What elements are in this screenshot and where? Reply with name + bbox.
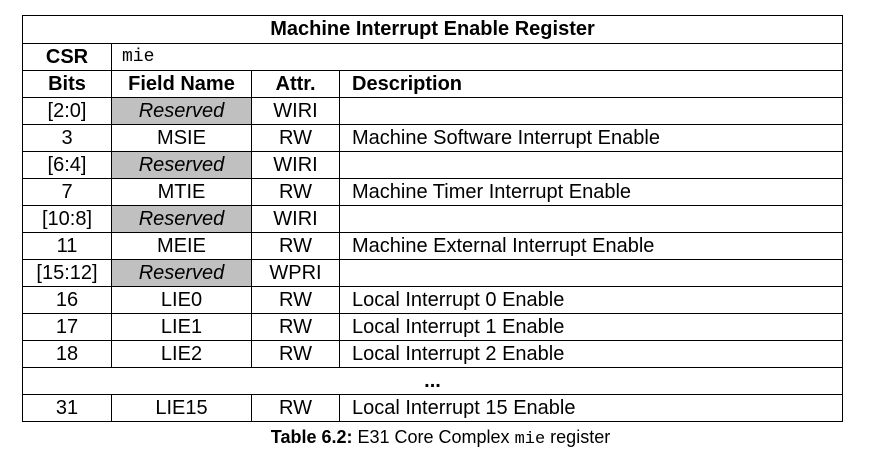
table-row: [10:8] Reserved WIRI xyxy=(22,205,844,233)
description-cell: Local Interrupt 2 Enable xyxy=(338,340,844,368)
bits-cell: 11 xyxy=(22,232,112,260)
bits-cell: 7 xyxy=(22,178,112,206)
table-row: 31 LIE15 RW Local Interrupt 15 Enable xyxy=(22,394,844,422)
bits-cell: [2:0] xyxy=(22,97,112,125)
ellipsis-row: ... xyxy=(21,367,844,395)
description-cell: Local Interrupt 0 Enable xyxy=(338,286,844,314)
table-row: [2:0] Reserved WIRI xyxy=(22,97,844,125)
csr-row: CSR mie xyxy=(22,43,844,71)
attr-cell: WIRI xyxy=(251,151,340,179)
table-row: [15:12] Reserved WPRI xyxy=(22,259,844,287)
bits-cell: [15:12] xyxy=(22,259,112,287)
caption-code: mie xyxy=(514,430,546,449)
field-name-cell: LIE1 xyxy=(111,313,252,341)
field-name-cell: MSIE xyxy=(111,124,252,152)
header-bits: Bits xyxy=(22,70,112,98)
attr-cell: RW xyxy=(251,286,340,314)
attr-cell: RW xyxy=(251,124,340,152)
csr-label: CSR xyxy=(22,43,112,71)
field-name-cell: Reserved xyxy=(111,151,252,179)
attr-cell: WIRI xyxy=(251,205,340,233)
header-field-name: Field Name xyxy=(111,70,252,98)
bits-cell: [6:4] xyxy=(22,151,112,179)
field-name-cell: LIE0 xyxy=(111,286,252,314)
field-name-cell: Reserved xyxy=(111,97,252,125)
csr-value: mie xyxy=(110,43,844,71)
table-row: 3 MSIE RW Machine Software Interrupt Enable xyxy=(22,124,844,152)
header-attr: Attr. xyxy=(251,70,340,98)
field-name-cell: MTIE xyxy=(111,178,252,206)
description-cell xyxy=(338,97,844,125)
field-name-cell: LIE2 xyxy=(111,340,252,368)
field-name-cell: LIE15 xyxy=(111,394,252,422)
table-row: [6:4] Reserved WIRI xyxy=(22,151,844,179)
table-row: 7 MTIE RW Machine Timer Interrupt Enable xyxy=(22,178,844,206)
description-cell xyxy=(338,259,844,287)
attr-cell: RW xyxy=(251,178,340,206)
field-name-cell: Reserved xyxy=(111,205,252,233)
attr-cell: WIRI xyxy=(251,97,340,125)
description-cell: Machine External Interrupt Enable xyxy=(338,232,844,260)
table-row: 11 MEIE RW Machine External Interrupt Enabl… xyxy=(22,232,844,260)
title-row: Machine Interrupt Enable Register xyxy=(21,15,844,44)
bits-cell: [10:8] xyxy=(22,205,112,233)
table-row: 17 LIE1 RW Local Interrupt 1 Enable xyxy=(22,313,844,341)
table-row: 18 LIE2 RW Local Interrupt 2 Enable xyxy=(22,340,844,368)
attr-cell: RW xyxy=(251,340,340,368)
attr-cell: WPRI xyxy=(251,259,340,287)
field-name-cell: MEIE xyxy=(111,232,252,260)
description-cell: Local Interrupt 15 Enable xyxy=(338,394,844,422)
description-cell xyxy=(338,205,844,233)
description-cell: Local Interrupt 1 Enable xyxy=(338,313,844,341)
description-cell: Machine Timer Interrupt Enable xyxy=(338,178,844,206)
bits-cell: 3 xyxy=(22,124,112,152)
header-row: Bits Field Name Attr. Description xyxy=(22,70,844,98)
ellipsis: ... xyxy=(21,367,844,395)
table-title: Machine Interrupt Enable Register xyxy=(21,15,844,44)
attr-cell: RW xyxy=(251,232,340,260)
attr-cell: RW xyxy=(251,394,340,422)
attr-cell: RW xyxy=(251,313,340,341)
caption-text-after: register xyxy=(545,427,611,447)
table-row: 16 LIE0 RW Local Interrupt 0 Enable xyxy=(22,286,844,314)
bits-cell: 31 xyxy=(22,394,112,422)
table-caption: Table 6.2: E31 Core Complex mie register xyxy=(0,427,881,449)
bits-cell: 18 xyxy=(22,340,112,368)
field-name-cell: Reserved xyxy=(111,259,252,287)
description-cell: Machine Software Interrupt Enable xyxy=(338,124,844,152)
header-description: Description xyxy=(338,70,844,98)
register-table: Machine Interrupt Enable Register CSR mi… xyxy=(21,15,844,422)
bits-cell: 17 xyxy=(22,313,112,341)
caption-text-before: E31 Core Complex xyxy=(352,427,515,447)
caption-label: Table 6.2: xyxy=(270,427,353,447)
bits-cell: 16 xyxy=(22,286,112,314)
description-cell xyxy=(338,151,844,179)
